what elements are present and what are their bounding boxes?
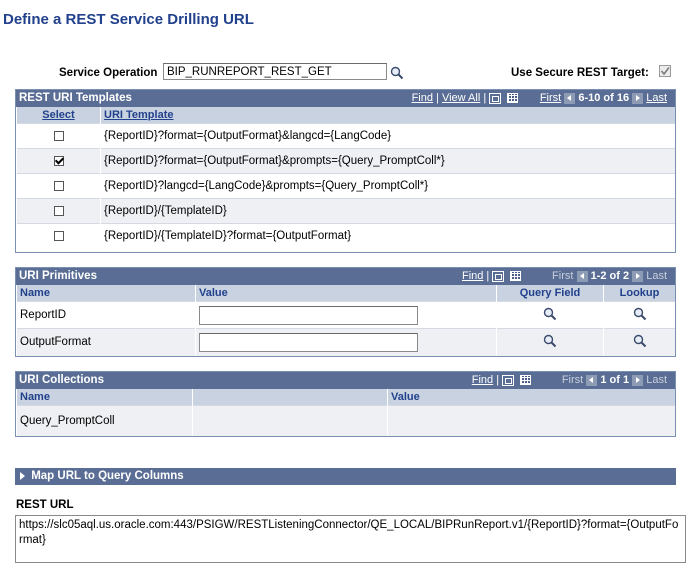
- rest-url-textarea[interactable]: https://slc05aql.us.oracle.com:443/PSIGW…: [15, 515, 686, 563]
- collection-name-cell: Query_PromptColl: [16, 405, 193, 436]
- primitive-name-cell: OutputFormat: [16, 328, 196, 356]
- grid-title: URI Primitives: [19, 270, 97, 282]
- secure-target-checkbox[interactable]: [659, 65, 671, 77]
- uri-template-cell: {ReportID}/{TemplateID}?format={OutputFo…: [100, 223, 675, 249]
- grid-header: URI Collections Find | First 1 of 1 Last: [16, 372, 675, 389]
- name-column-header: Name: [16, 389, 193, 406]
- expand-arrow-icon: [20, 471, 25, 480]
- value-column-header: Value: [387, 389, 675, 406]
- uri-primitives-grid: URI Primitives Find | First 1-2 of 2 Las…: [15, 267, 676, 357]
- uri-template-cell: {ReportID}?langcd={LangCode}&prompts={Qu…: [100, 173, 675, 199]
- uri-template-cell: {ReportID}/{TemplateID}: [100, 198, 675, 224]
- row-select-checkbox[interactable]: [53, 180, 64, 191]
- query-field-search-icon[interactable]: [543, 307, 557, 321]
- rest-url-label: REST URL: [16, 499, 74, 511]
- query-field-search-icon[interactable]: [543, 334, 557, 348]
- grid-header: URI Primitives Find | First 1-2 of 2 Las…: [16, 268, 675, 285]
- previous-icon: [576, 270, 588, 282]
- section-title: Map URL to Query Columns: [31, 470, 184, 482]
- table-row: {ReportID}/{TemplateID}?format={OutputFo…: [16, 223, 675, 249]
- service-operation-input[interactable]: BIP_RUNREPORT_REST_GET: [163, 63, 387, 80]
- row-select-checkbox[interactable]: [53, 231, 64, 242]
- first-link: First: [552, 270, 574, 282]
- page-title: Define a REST Service Drilling URL: [3, 11, 254, 28]
- table-row: {ReportID}?langcd={LangCode}&prompts={Qu…: [16, 173, 675, 199]
- download-grid-icon[interactable]: [520, 375, 532, 386]
- row-select-checkbox[interactable]: [53, 155, 64, 166]
- row-select-checkbox[interactable]: [53, 205, 64, 216]
- templates-table: Select URI Template {ReportID}?format={O…: [16, 107, 675, 249]
- table-row: {ReportID}/{TemplateID}: [16, 198, 675, 224]
- lookup-search-icon[interactable]: [633, 307, 647, 321]
- primitive-value-input[interactable]: [199, 305, 418, 325]
- find-link[interactable]: Find: [472, 374, 493, 386]
- row-range: 6-10 of 16: [578, 92, 630, 104]
- primitive-value-input[interactable]: [199, 332, 418, 352]
- row-range: 1 of 1: [600, 374, 630, 386]
- table-row: {ReportID}?format={OutputFormat}&prompts…: [16, 148, 675, 174]
- collections-table: Name Value Query_PromptColl: [16, 389, 675, 436]
- grid-nav: Find | First 1-2 of 2 Last: [461, 270, 667, 282]
- name-column-header: Name: [16, 285, 196, 302]
- grid-header: REST URI Templates Find | View All | Fir…: [16, 90, 675, 107]
- zoom-icon[interactable]: [492, 270, 505, 282]
- previous-icon[interactable]: [564, 92, 576, 104]
- service-operation-label: Service Operation: [59, 67, 158, 79]
- table-row: Query_PromptColl: [16, 405, 675, 436]
- next-icon[interactable]: [632, 92, 644, 104]
- view-all-link[interactable]: View All: [442, 92, 480, 104]
- first-link[interactable]: First: [540, 92, 561, 104]
- map-url-section-toggle[interactable]: Map URL to Query Columns: [15, 468, 676, 485]
- lookup-column-header: Lookup: [603, 285, 675, 302]
- first-link: First: [561, 374, 584, 386]
- table-row: OutputFormat: [16, 328, 675, 356]
- previous-icon: [586, 374, 598, 386]
- grid-nav: Find | First 1 of 1 Last: [471, 374, 667, 386]
- find-link[interactable]: Find: [412, 92, 433, 104]
- uri-template-column-header[interactable]: URI Template: [104, 109, 173, 121]
- table-row: {ReportID}?format={OutputFormat}&langcd=…: [16, 123, 675, 149]
- row-select-checkbox[interactable]: [53, 130, 64, 141]
- find-link[interactable]: Find: [462, 270, 483, 282]
- collection-value-cell: [387, 405, 675, 436]
- row-range: 1-2 of 2: [590, 270, 630, 282]
- last-link: Last: [646, 270, 667, 282]
- secure-target-label: Use Secure REST Target:: [511, 67, 649, 79]
- last-link[interactable]: Last: [646, 92, 667, 104]
- select-column-header[interactable]: Select: [42, 109, 74, 121]
- lookup-search-icon[interactable]: [633, 334, 647, 348]
- download-grid-icon[interactable]: [510, 271, 522, 282]
- next-icon: [632, 270, 644, 282]
- primitive-name-cell: ReportID: [16, 301, 196, 329]
- grid-nav: Find | View All | First 6-10 of 16 Last: [411, 92, 667, 104]
- next-icon: [632, 374, 644, 386]
- uri-collections-grid: URI Collections Find | First 1 of 1 Last…: [15, 371, 676, 437]
- grid-title: REST URI Templates: [19, 92, 132, 104]
- grid-title: URI Collections: [19, 374, 104, 386]
- zoom-icon[interactable]: [489, 92, 502, 104]
- zoom-icon[interactable]: [502, 374, 515, 386]
- value-column-header: Value: [195, 285, 497, 302]
- uri-template-cell: {ReportID}?format={OutputFormat}&langcd=…: [100, 123, 675, 149]
- check-icon: [660, 67, 670, 76]
- primitives-table: Name Value Query Field Lookup ReportID O…: [16, 285, 675, 356]
- download-grid-icon[interactable]: [507, 93, 519, 104]
- uri-template-cell: {ReportID}?format={OutputFormat}&prompts…: [100, 148, 675, 174]
- query-field-column-header: Query Field: [496, 285, 604, 302]
- last-link: Last: [646, 374, 667, 386]
- rest-uri-templates-grid: REST URI Templates Find | View All | Fir…: [15, 89, 676, 253]
- table-row: ReportID: [16, 301, 675, 329]
- search-icon[interactable]: [390, 66, 404, 80]
